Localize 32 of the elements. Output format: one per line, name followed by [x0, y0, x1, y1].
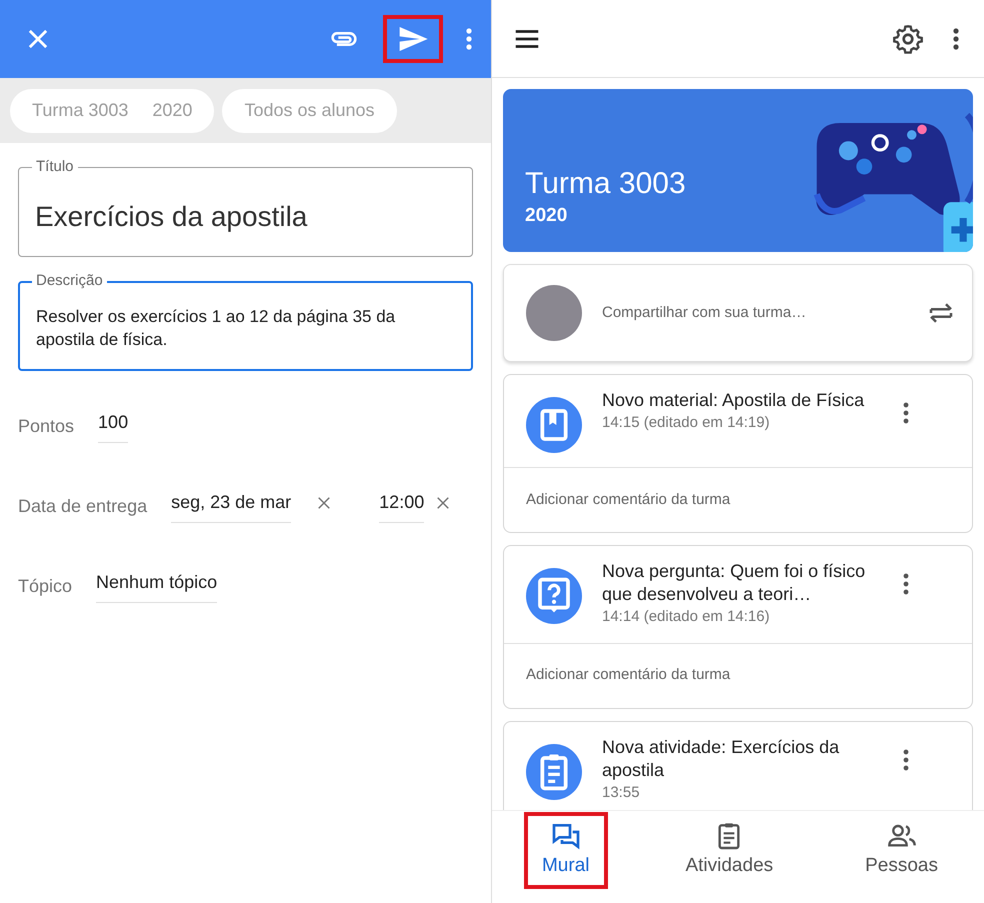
post-time: 14:15 (editado em 14:19): [602, 413, 771, 433]
description-label: Descrição: [32, 271, 107, 291]
clipboard-icon: [526, 744, 582, 800]
post-title[interactable]: Nova pergunta: Quem foi o físico que desenvolveu a teori…: [602, 560, 897, 606]
points-value[interactable]: 100: [98, 409, 128, 443]
settings-icon: [892, 22, 924, 54]
title-value: Exercícios da apostila: [34, 200, 308, 234]
post-title[interactable]: Nova atividade: Exercícios da apostila: [602, 736, 897, 782]
post-time: 14:14 (editado em 14:16): [602, 607, 771, 627]
share-field[interactable]: Compartilhar com sua turma…: [602, 302, 926, 324]
more-icon: [903, 401, 909, 425]
post-title[interactable]: Novo material: Apostila de Física: [602, 389, 897, 412]
description-value: Resolver os exercícios 1 ao 12 da página 35 da apostila de física.: [35, 306, 396, 351]
class-year: 2020: [525, 204, 568, 228]
due-time-value[interactable]: 12:00: [379, 489, 424, 523]
topic-label: Tópico: [18, 574, 72, 598]
comment-field[interactable]: Adicionar comentário da turma: [526, 664, 730, 687]
more-icon: [903, 572, 909, 596]
topic-value[interactable]: Nenhum tópico: [96, 569, 218, 603]
nav-tab[interactable]: Mural: [524, 812, 608, 889]
book-icon: [526, 397, 582, 453]
class-title: Turma 3003: [525, 166, 686, 202]
question-icon: [526, 568, 582, 624]
more-icon: [903, 748, 909, 772]
post-time: 13:55: [602, 782, 641, 802]
points-label: Pontos: [18, 414, 74, 438]
due-date-value[interactable]: seg, 23 de mar: [171, 489, 292, 523]
due-date-label: Data de entrega: [18, 494, 148, 518]
comment-field[interactable]: Adicionar comentário da turma: [526, 488, 730, 512]
nav-tab[interactable]: Atividades: [671, 816, 788, 885]
send-button[interactable]: [383, 15, 443, 63]
nav-tab[interactable]: Pessoas: [851, 816, 952, 885]
